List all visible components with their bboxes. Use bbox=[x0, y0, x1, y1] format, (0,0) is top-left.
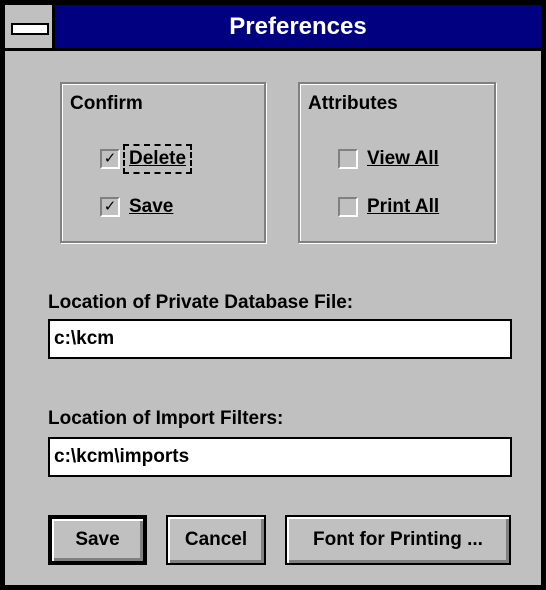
delete-checkbox-label: Delete bbox=[122, 144, 193, 174]
database-file-input[interactable] bbox=[48, 319, 512, 359]
check-icon: ✓ bbox=[103, 198, 117, 215]
window-title: Preferences bbox=[229, 13, 367, 40]
check-icon: ✓ bbox=[103, 150, 117, 167]
attributes-group: Attributes View All Print All bbox=[298, 82, 496, 243]
cancel-button[interactable]: Cancel bbox=[166, 515, 266, 565]
import-filters-label: Location of Import Filters: bbox=[48, 408, 284, 429]
system-menu-button[interactable] bbox=[5, 5, 55, 48]
attributes-group-title: Attributes bbox=[308, 93, 398, 114]
save-checkbox-row[interactable]: ✓ Save bbox=[100, 196, 175, 218]
title-bar[interactable]: Preferences bbox=[5, 5, 541, 51]
print-all-checkbox-row[interactable]: Print All bbox=[338, 196, 441, 218]
font-for-printing-button[interactable]: Font for Printing ... bbox=[285, 515, 511, 565]
save-button[interactable]: Save bbox=[48, 515, 147, 565]
view-all-checkbox-label: View All bbox=[367, 148, 439, 169]
confirm-group: Confirm ✓ Delete ✓ Save bbox=[60, 82, 266, 243]
confirm-group-title: Confirm bbox=[70, 93, 143, 114]
system-menu-icon bbox=[11, 23, 49, 35]
view-all-checkbox[interactable] bbox=[338, 149, 358, 169]
save-checkbox-label: Save bbox=[129, 196, 174, 217]
import-filters-input[interactable] bbox=[48, 437, 512, 477]
delete-checkbox-row[interactable]: ✓ Delete bbox=[100, 144, 193, 174]
print-all-checkbox[interactable] bbox=[338, 197, 358, 217]
database-file-label: Location of Private Database File: bbox=[48, 292, 354, 313]
delete-checkbox[interactable]: ✓ bbox=[100, 149, 120, 169]
view-all-checkbox-row[interactable]: View All bbox=[338, 148, 441, 170]
save-checkbox[interactable]: ✓ bbox=[100, 197, 120, 217]
print-all-checkbox-label: Print All bbox=[367, 196, 440, 217]
preferences-dialog: Preferences Confirm ✓ Delete ✓ Save Attr… bbox=[0, 0, 546, 590]
